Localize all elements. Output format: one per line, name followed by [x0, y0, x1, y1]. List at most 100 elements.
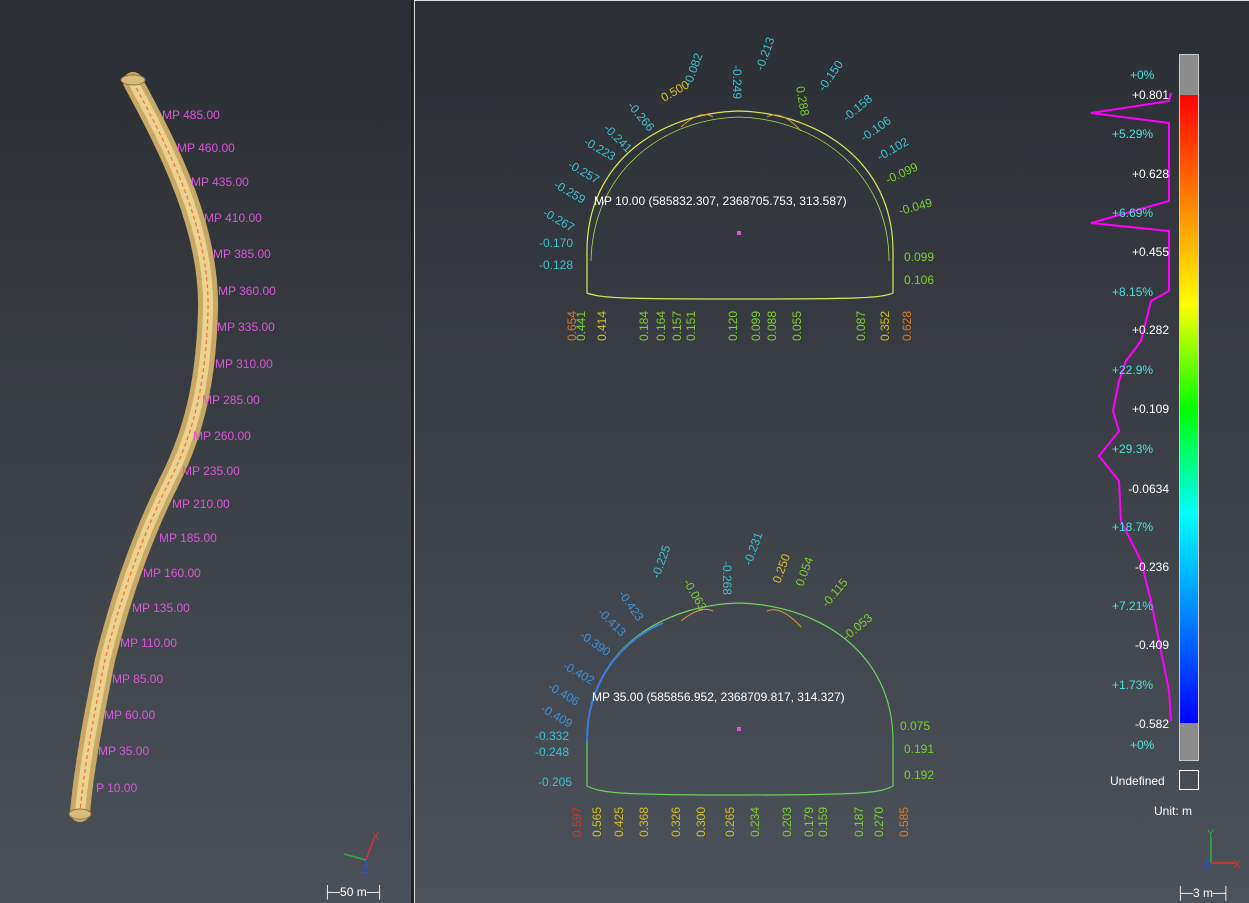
deviation-label: -0.053: [840, 610, 875, 643]
legend-percent: +0%: [1130, 68, 1155, 82]
section-2: MP 35.00 (585856.952, 2368709.817, 314.3…: [535, 530, 934, 837]
legend-value: -0.582: [1134, 717, 1169, 731]
milepost-label: MP 360.00: [218, 284, 276, 298]
svg-text:-0.128: -0.128: [539, 258, 573, 272]
floor-deviation-label: 0.164: [654, 311, 668, 341]
milepost-label: MP 135.00: [132, 601, 190, 615]
deviation-label: -0.413: [595, 605, 629, 639]
legend-percent: +6.69%: [1112, 206, 1154, 220]
floor-deviation-label: 0.425: [612, 807, 626, 837]
milepost-label: MP 335.00: [217, 320, 275, 334]
milepost-label: MP 35.00: [98, 744, 149, 758]
floor-deviation-label: 0.326: [669, 807, 683, 837]
deviation-label: -0.049: [897, 195, 934, 217]
deviation-label: -0.150: [815, 58, 846, 94]
deviation-label: -0.213: [753, 35, 778, 72]
section-2-title: MP 35.00 (585856.952, 2368709.817, 314.3…: [592, 690, 845, 704]
undefined-label: Undefined: [1110, 774, 1165, 788]
floor-deviation-label: 0.088: [765, 311, 779, 341]
milepost-label: MP 285.00: [202, 393, 260, 407]
svg-text:Z: Z: [362, 864, 369, 875]
milepost-label: MP 385.00: [213, 247, 271, 261]
milepost-label: MP 460.00: [177, 141, 235, 155]
deviation-label: -0.063: [680, 577, 709, 614]
deviation-label: -0.249: [730, 65, 744, 99]
deviation-label: -0.390: [577, 628, 613, 659]
deviation-label: -0.082: [681, 51, 706, 88]
floor-deviation-label: 0.352: [878, 311, 892, 341]
milepost-label: MP 410.00: [204, 211, 262, 225]
svg-text:0.192: 0.192: [904, 768, 934, 782]
floor-deviation-label: 0.203: [780, 807, 794, 837]
scale-bar: ├─3 m─┤: [1176, 886, 1231, 900]
floor-deviation-label: 0.628: [900, 311, 914, 341]
tunnel-model: MP 485.00 MP 460.00 MP 435.00 MP 410.00 MP 3…: [68, 72, 276, 822]
deviation-label: 0.250: [770, 552, 794, 585]
legend-percent: +0%: [1130, 738, 1155, 752]
floor-deviation-label: 0.265: [723, 807, 737, 837]
floor-deviation-label: 0.184: [637, 311, 651, 341]
milepost-label: MP 60.00: [104, 708, 155, 722]
floor-deviation-label: 0.120: [726, 311, 740, 341]
color-scale-bar: [1179, 54, 1199, 761]
svg-text:-0.170: -0.170: [539, 236, 573, 250]
legend-percent: +18.7%: [1112, 520, 1154, 534]
deviation-label: -0.257: [566, 157, 603, 186]
legend-value: +0.282: [1131, 323, 1169, 337]
floor-deviation-label: 0.565: [590, 807, 604, 837]
legend-percent: +1.73%: [1112, 678, 1154, 692]
legend-value: +0.109: [1131, 402, 1169, 416]
floor-deviation-label: 0.187: [852, 807, 866, 837]
floor-deviation-label: 0.157: [670, 311, 684, 341]
floor-deviation-label: 0.270: [872, 807, 886, 837]
deviation-label: -0.102: [875, 134, 912, 163]
tunnel-3d-view[interactable]: MP 485.00 MP 460.00 MP 435.00 MP 410.00 MP 3…: [0, 0, 411, 903]
legend-percent: +29.3%: [1112, 442, 1154, 456]
svg-text:-0.248: -0.248: [535, 745, 569, 759]
deviation-label: -0.158: [840, 91, 875, 124]
floor-deviation-label: 0.055: [790, 311, 804, 341]
deviation-label: -0.402: [561, 658, 598, 687]
floor-deviation-label: 0.597: [570, 807, 584, 837]
axis-triad: Y Z X: [1201, 828, 1246, 874]
deviation-label: -0.231: [741, 530, 766, 567]
milepost-label: MP 435.00: [191, 175, 249, 189]
deviation-label: -0.115: [819, 575, 851, 610]
milepost-label: P 10.00: [96, 781, 137, 795]
scale-bar: ├─50 m─┤: [323, 885, 384, 899]
milepost-label: MP 260.00: [193, 429, 251, 443]
deviation-label: -0.106: [858, 113, 894, 144]
floor-deviation-label: 0.441: [574, 311, 588, 341]
legend-value: +0.628: [1131, 167, 1169, 181]
floor-deviation-label: 0.368: [637, 807, 651, 837]
deviation-label: -0.267: [541, 205, 578, 234]
floor-deviation-label: 0.179: [802, 807, 816, 837]
unit-label: Unit: m: [1154, 804, 1193, 818]
milepost-label: MP 485.00: [162, 108, 220, 122]
deviation-label: -0.266: [625, 99, 658, 134]
svg-text:0.191: 0.191: [904, 742, 934, 756]
deviation-label: -0.099: [883, 160, 920, 187]
deviation-label: 0.288: [793, 85, 812, 117]
milepost-label: MP 185.00: [159, 531, 217, 545]
legend-value: -0.409: [1134, 638, 1169, 652]
svg-text:Y: Y: [1207, 829, 1215, 840]
milepost-label: MP 210.00: [172, 497, 230, 511]
floor-deviation-label: 0.234: [748, 807, 762, 837]
section-view[interactable]: MP 10.00 (585832.307, 2368705.753, 313.5…: [414, 0, 1249, 903]
floor-deviation-label: 0.585: [897, 807, 911, 837]
svg-text:-0.205: -0.205: [538, 775, 572, 789]
milepost-label: MP 110.00: [120, 636, 177, 650]
legend-percent: +22.9%: [1112, 363, 1154, 377]
floor-deviation-label: 0.414: [595, 311, 609, 341]
svg-text:0.106: 0.106: [904, 273, 934, 287]
legend-value: -0.236: [1134, 560, 1169, 574]
floor-deviation-label: 0.099: [749, 311, 763, 341]
deviation-label: -0.423: [616, 588, 647, 624]
floor-deviation-label: 0.151: [684, 311, 698, 341]
legend-percent: +7.21%: [1112, 599, 1154, 613]
svg-text:0.075: 0.075: [900, 719, 930, 733]
section-1-center-marker: [737, 231, 741, 235]
svg-text:X: X: [372, 831, 380, 843]
legend-value: -0.0634: [1128, 482, 1169, 496]
